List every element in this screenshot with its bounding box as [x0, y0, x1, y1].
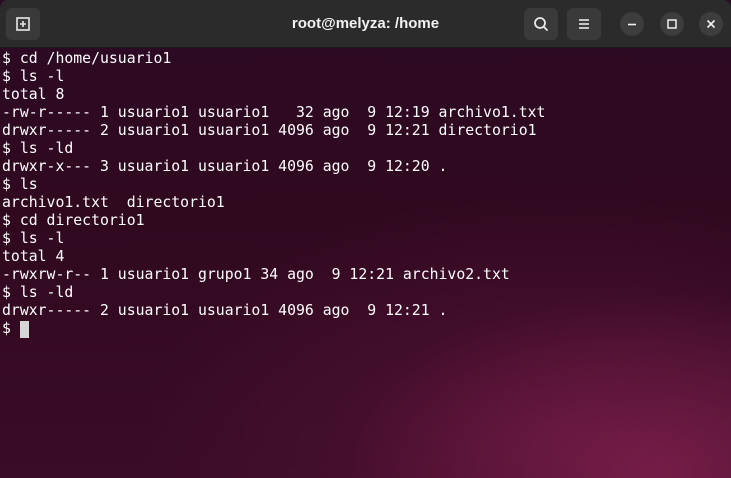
terminal-line: archivo1.txt directorio1	[2, 194, 225, 211]
terminal-line: -rwxrw-r-- 1 usuario1 grupo1 34 ago 9 12…	[2, 266, 510, 283]
close-icon	[706, 19, 716, 29]
maximize-icon	[667, 19, 677, 29]
terminal-line: drwxr----- 2 usuario1 usuario1 4096 ago …	[2, 302, 448, 319]
terminal-line: total 8	[2, 86, 65, 103]
minimize-button[interactable]	[620, 12, 644, 36]
maximize-button[interactable]	[660, 12, 684, 36]
new-tab-icon	[16, 17, 30, 31]
terminal-window: root@melyza: /home $ cd /home/usuario1 $…	[0, 0, 731, 478]
terminal-line: $ cd /home/usuario1	[2, 50, 172, 67]
terminal-line: total 4	[2, 248, 65, 265]
terminal-line: drwxr----- 2 usuario1 usuario1 4096 ago …	[2, 122, 537, 139]
terminal-output[interactable]: $ cd /home/usuario1 $ ls -l total 8 -rw-…	[0, 48, 731, 478]
terminal-line: $ ls -l	[2, 68, 65, 85]
close-button[interactable]	[699, 12, 723, 36]
terminal-line: drwxr-x--- 3 usuario1 usuario1 4096 ago …	[2, 158, 448, 175]
terminal-line: $ cd directorio1	[2, 212, 145, 229]
terminal-line: -rw-r----- 1 usuario1 usuario1 32 ago 9 …	[2, 104, 546, 121]
terminal-line: $ ls -l	[2, 230, 65, 247]
terminal-line: $ ls -ld	[2, 140, 74, 157]
text-cursor	[19, 320, 29, 338]
search-icon	[534, 17, 548, 31]
terminal-line: $ ls -ld	[2, 284, 74, 301]
new-tab-button[interactable]	[6, 8, 40, 40]
terminal-line: $ ls	[2, 176, 38, 193]
title-bar[interactable]: root@melyza: /home	[0, 0, 731, 48]
minimize-icon	[628, 23, 636, 26]
search-button[interactable]	[524, 8, 558, 40]
menu-button[interactable]	[567, 8, 601, 40]
hamburger-menu-icon	[579, 19, 589, 29]
active-prompt-line[interactable]: $	[2, 320, 731, 338]
prompt-symbol: $	[2, 320, 11, 337]
